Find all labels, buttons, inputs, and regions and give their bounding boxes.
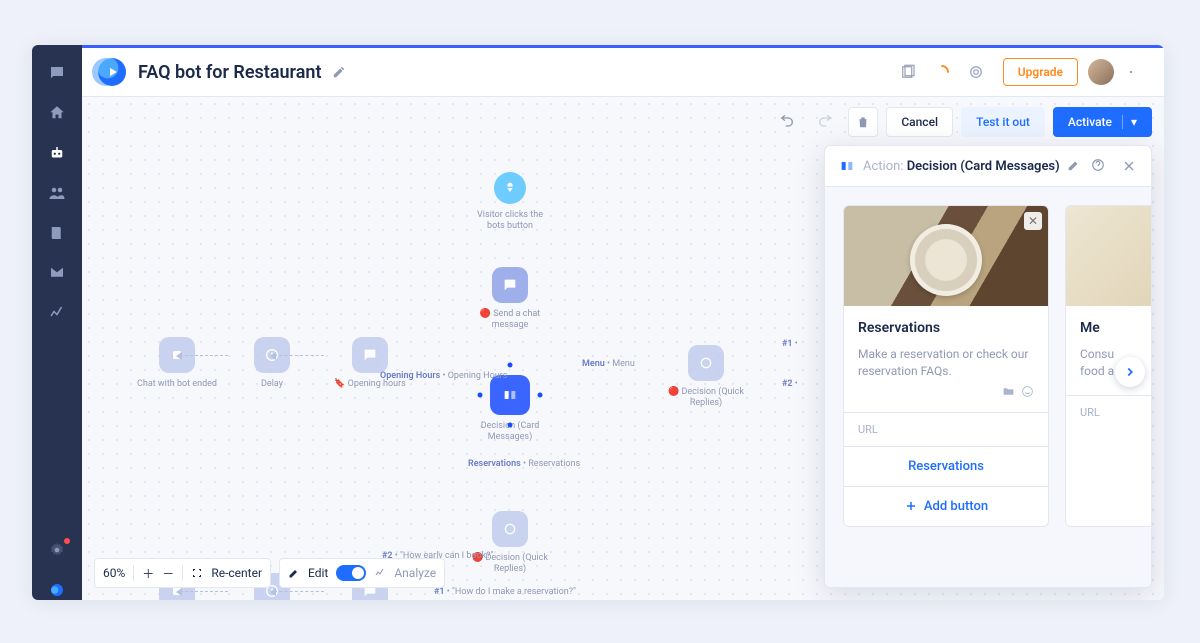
people-icon[interactable] xyxy=(47,183,67,203)
edge-label-reservations: Reservations • Reservations xyxy=(468,459,580,469)
node-decision-quick-right[interactable]: 🔴 Decision (Quick Replies) xyxy=(666,345,746,410)
card-reservations[interactable]: ✕ Reservations Make a reservation or che… xyxy=(843,205,1049,527)
edge xyxy=(180,355,228,356)
settings-icon[interactable] xyxy=(47,540,67,560)
progress-icon[interactable] xyxy=(931,61,953,83)
folder-icon[interactable] xyxy=(1002,385,1015,398)
card-url-field[interactable]: URL xyxy=(844,412,1048,446)
brand-icon[interactable] xyxy=(47,580,67,600)
flow-wires xyxy=(82,97,382,247)
node-decision-quick-right-label: 🔴 Decision (Quick Replies) xyxy=(666,387,746,410)
app-logo xyxy=(98,58,126,86)
analytics-icon[interactable] xyxy=(47,303,67,323)
panel-title: Action: Decision (Card Messages) xyxy=(863,159,1060,174)
mode-toggle[interactable] xyxy=(336,565,366,581)
card-url-field[interactable]: URL xyxy=(1066,395,1151,429)
activate-button[interactable]: Activate ▾ xyxy=(1053,107,1152,137)
notes-icon[interactable] xyxy=(897,61,919,83)
next-card-button[interactable] xyxy=(1115,357,1145,387)
edge-branch-1: #1 • xyxy=(782,339,798,349)
card-desc: Make a reservation or check our reservat… xyxy=(858,346,1034,381)
edge xyxy=(274,355,324,356)
edge-label-opening: Opening Hours • Opening Hours xyxy=(380,371,507,381)
node-decision-card[interactable]: Decision (Card Messages) xyxy=(470,375,550,444)
add-button-label: Add button xyxy=(924,499,988,514)
mode-group: Edit Analyze xyxy=(279,558,445,588)
recenter-icon[interactable] xyxy=(191,567,203,579)
node-send-chat-label: 🔴 Send a chat message xyxy=(470,309,550,332)
page-title: FAQ bot for Restaurant xyxy=(138,62,322,83)
card-title: Me xyxy=(1080,320,1151,336)
node-chat-ended-label: Chat with bot ended xyxy=(137,379,217,390)
help-icon[interactable] xyxy=(1091,158,1105,174)
avatar[interactable] xyxy=(1088,59,1114,85)
cancel-button[interactable]: Cancel xyxy=(886,107,953,137)
bot-icon[interactable] xyxy=(47,143,67,163)
chevron-down-icon: ▾ xyxy=(1122,115,1137,129)
canvas-controls: 60% ＋ － Re-center Edit Analyze xyxy=(94,558,445,588)
zoom-group: 60% ＋ － Re-center xyxy=(94,558,271,588)
analyze-mode-label[interactable]: Analyze xyxy=(394,566,436,580)
action-panel: Action: Decision (Card Messages) ✕ Reser… xyxy=(824,145,1152,588)
edge-q1: #1 • "How do I make a reservation?" xyxy=(434,587,576,597)
card-button[interactable]: Reservations xyxy=(844,446,1048,486)
zoom-in-icon[interactable]: ＋ xyxy=(142,565,154,582)
node-send-chat[interactable]: 🔴 Send a chat message xyxy=(470,267,550,332)
node-chat-ended[interactable]: Chat with bot ended xyxy=(137,337,217,390)
inbox-icon[interactable] xyxy=(47,263,67,283)
node-start-label: Visitor clicks the bots button xyxy=(470,210,550,233)
zoom-out-icon[interactable]: － xyxy=(162,565,174,582)
node-opening-hours[interactable]: 🔖 Opening hours xyxy=(330,337,410,390)
cards-row: ✕ Reservations Make a reservation or che… xyxy=(843,205,1151,527)
panel-body: ✕ Reservations Make a reservation or che… xyxy=(825,187,1151,587)
upgrade-button[interactable]: Upgrade xyxy=(1003,58,1078,86)
canvas-action-bar: Cancel Test it out Activate ▾ xyxy=(772,107,1152,137)
activate-label: Activate xyxy=(1068,115,1112,129)
book-icon[interactable] xyxy=(47,223,67,243)
more-icon[interactable] xyxy=(1120,61,1142,83)
edge-branch-2: #2 • xyxy=(782,379,798,389)
recenter-label[interactable]: Re-center xyxy=(211,566,262,580)
analyze-mode-icon xyxy=(374,567,386,579)
home-icon[interactable] xyxy=(47,103,67,123)
node-decision-quick-bottom[interactable]: 🔴 Decision (Quick Replies) xyxy=(470,511,550,576)
test-button[interactable]: Test it out xyxy=(961,107,1045,137)
card-image: ✕ xyxy=(844,206,1048,306)
edit-mode-label[interactable]: Edit xyxy=(308,566,328,580)
node-delay-label: Delay xyxy=(261,379,283,390)
node-delay[interactable]: Delay xyxy=(232,337,312,390)
node-decision-card-label: Decision (Card Messages) xyxy=(470,421,550,444)
edge xyxy=(274,591,324,592)
broadcast-icon[interactable] xyxy=(965,61,987,83)
edge-label-menu: Menu • Menu xyxy=(582,359,635,369)
edge xyxy=(180,591,228,592)
card-title: Reservations xyxy=(858,320,1034,336)
app-window: FAQ bot for Restaurant Upgrade Cancel Te… xyxy=(32,45,1164,600)
emoji-icon[interactable] xyxy=(1021,385,1034,398)
delete-icon[interactable] xyxy=(848,107,878,137)
panel-header: Action: Decision (Card Messages) xyxy=(825,146,1151,187)
undo-icon[interactable] xyxy=(772,107,802,137)
card-image xyxy=(1066,206,1151,306)
rename-icon[interactable] xyxy=(332,65,346,79)
add-button[interactable]: Add button xyxy=(844,486,1048,526)
flow-canvas[interactable]: Cancel Test it out Activate ▾ xyxy=(82,97,1164,600)
edit-mode-icon xyxy=(288,567,300,579)
node-start[interactable]: Visitor clicks the bots button xyxy=(470,172,550,233)
close-icon[interactable] xyxy=(1121,158,1137,174)
redo-icon[interactable] xyxy=(810,107,840,137)
remove-image-icon[interactable]: ✕ xyxy=(1024,212,1042,230)
cards-icon xyxy=(839,158,855,174)
top-bar: FAQ bot for Restaurant Upgrade xyxy=(82,45,1164,97)
edit-icon[interactable] xyxy=(1067,158,1081,174)
chat-icon[interactable] xyxy=(47,63,67,83)
zoom-value: 60% xyxy=(103,566,125,580)
left-sidebar xyxy=(32,45,82,600)
